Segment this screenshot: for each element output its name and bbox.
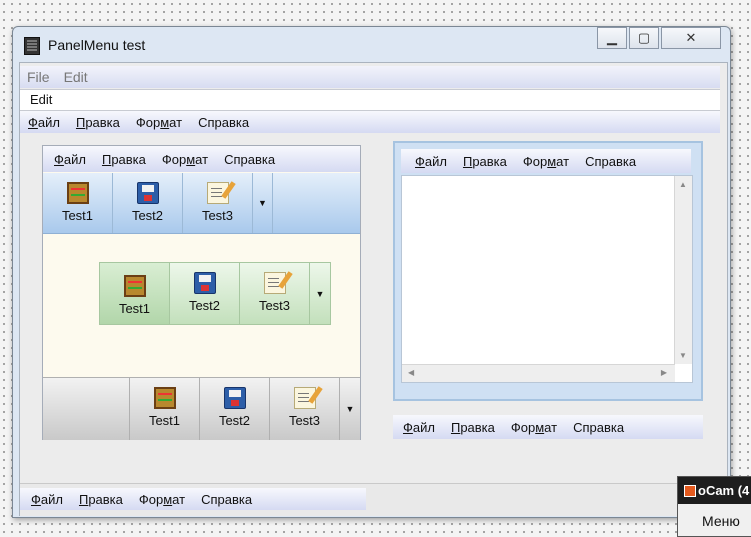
test1-button[interactable]: Test1 bbox=[100, 263, 170, 324]
test3-button[interactable]: Test3 bbox=[240, 263, 310, 324]
abacus-icon bbox=[153, 387, 176, 409]
ocam-menu[interactable]: Меню bbox=[702, 513, 740, 529]
test3-label: Test3 bbox=[288, 413, 321, 428]
menu-pravka[interactable]: Правка bbox=[94, 152, 154, 167]
dropdown-arrow-icon: ▼ bbox=[258, 198, 267, 208]
test3-button[interactable]: Test3 bbox=[270, 378, 340, 440]
menu-edit[interactable]: Edit bbox=[57, 69, 95, 85]
test3-label: Test3 bbox=[258, 298, 291, 313]
left-panel: Файл Правка Формат Справка Test1 Test2 T… bbox=[42, 145, 361, 440]
test2-button[interactable]: Test2 bbox=[170, 263, 240, 324]
menu-pravka[interactable]: Правка bbox=[443, 420, 503, 435]
test1-label: Test1 bbox=[61, 208, 94, 223]
right-panel: Файл Правка Формат Справка ▲ ▼ ◀ ▶ bbox=[393, 141, 703, 401]
ocam-window[interactable]: oCam (4 Меню bbox=[677, 476, 751, 537]
menu-format[interactable]: Формат bbox=[503, 420, 565, 435]
test2-button[interactable]: Test2 bbox=[200, 378, 270, 440]
text-area[interactable]: ▲ ▼ ◀ ▶ bbox=[401, 175, 693, 383]
menu-format[interactable]: Формат bbox=[515, 154, 577, 169]
menu-spravka[interactable]: Справка bbox=[577, 154, 644, 169]
floating-toolbar: Test1 Test2 Test3 ▼ bbox=[99, 262, 331, 325]
bottom-ru-menubar: Файл Правка Формат Справка bbox=[20, 488, 366, 510]
test2-label: Test2 bbox=[131, 208, 164, 223]
status-area: Файл Правка Формат Справка bbox=[20, 483, 727, 516]
close-icon: ✕ bbox=[685, 30, 697, 45]
title-bar[interactable]: PanelMenu test ▁ ▢ ✕ bbox=[13, 27, 730, 61]
maximize-button[interactable]: ▢ bbox=[629, 27, 659, 49]
menu-spravka[interactable]: Справка bbox=[190, 115, 257, 130]
test1-button[interactable]: Test1 bbox=[43, 173, 113, 233]
menu-fail[interactable]: Файл bbox=[20, 115, 68, 130]
top-toolbar: Test1 Test2 Test3 ▼ bbox=[43, 173, 360, 234]
app-icon bbox=[24, 37, 40, 55]
menu-spravka[interactable]: Справка bbox=[216, 152, 283, 167]
floppy-disk-icon bbox=[136, 182, 159, 204]
scroll-up-icon[interactable]: ▲ bbox=[679, 180, 687, 189]
toolbar-dropdown[interactable]: ▼ bbox=[310, 263, 330, 324]
edit-field[interactable]: Edit bbox=[20, 89, 720, 111]
scroll-left-icon[interactable]: ◀ bbox=[408, 368, 414, 377]
menu-format[interactable]: Формат bbox=[128, 115, 190, 130]
menu-spravka[interactable]: Справка bbox=[193, 492, 260, 507]
menu-fail[interactable]: Файл bbox=[20, 492, 71, 507]
vertical-scrollbar[interactable]: ▲ ▼ bbox=[674, 176, 692, 364]
scroll-right-icon[interactable]: ▶ bbox=[661, 368, 667, 377]
test1-label: Test1 bbox=[118, 301, 151, 316]
test2-button[interactable]: Test2 bbox=[113, 173, 183, 233]
floppy-disk-icon bbox=[193, 272, 216, 294]
edit-icon bbox=[293, 387, 316, 409]
test2-label: Test2 bbox=[218, 413, 251, 428]
scroll-down-icon[interactable]: ▼ bbox=[679, 351, 687, 360]
test3-button[interactable]: Test3 bbox=[183, 173, 253, 233]
right-panel-menubar: Файл Правка Формат Справка bbox=[401, 149, 691, 173]
abacus-icon bbox=[66, 182, 89, 204]
minimize-button[interactable]: ▁ bbox=[597, 27, 627, 49]
close-button[interactable]: ✕ bbox=[661, 27, 721, 49]
menu-fail[interactable]: Файл bbox=[393, 420, 443, 435]
menu-pravka[interactable]: Правка bbox=[68, 115, 128, 130]
menu-format[interactable]: Формат bbox=[154, 152, 216, 167]
main-window: PanelMenu test ▁ ▢ ✕ File Edit Edit Файл… bbox=[12, 26, 731, 518]
floppy-disk-icon bbox=[223, 387, 246, 409]
left-panel-menubar: Файл Правка Формат Справка bbox=[43, 146, 360, 172]
menu-fail[interactable]: Файл bbox=[401, 154, 455, 169]
maximize-icon: ▢ bbox=[637, 30, 651, 45]
edit-field-value: Edit bbox=[30, 92, 53, 107]
horizontal-scrollbar[interactable]: ◀ ▶ bbox=[402, 364, 675, 382]
menu-file[interactable]: File bbox=[20, 69, 57, 85]
ocam-icon bbox=[684, 485, 696, 497]
toolbar-dropdown[interactable]: ▼ bbox=[340, 378, 360, 440]
main-menubar: File Edit bbox=[20, 66, 720, 88]
client-area: File Edit Edit Файл Правка Формат Справк… bbox=[19, 62, 728, 516]
window-title: PanelMenu test bbox=[48, 37, 146, 53]
ocam-titlebar[interactable]: oCam (4 bbox=[678, 477, 751, 504]
menu-format[interactable]: Формат bbox=[131, 492, 193, 507]
menu-fail[interactable]: Файл bbox=[43, 152, 94, 167]
minimize-icon: ▁ bbox=[607, 30, 617, 45]
edit-icon bbox=[206, 182, 229, 204]
menu-spravka[interactable]: Справка bbox=[565, 420, 632, 435]
test3-label: Test3 bbox=[201, 208, 234, 223]
dropdown-arrow-icon: ▼ bbox=[315, 288, 325, 299]
ocam-title: oCam (4 bbox=[698, 483, 750, 498]
test1-button[interactable]: Test1 bbox=[130, 378, 200, 440]
bottom-toolbar: Test1 Test2 Test3 ▼ bbox=[43, 377, 360, 440]
abacus-icon bbox=[123, 275, 146, 297]
menu-pravka[interactable]: Правка bbox=[71, 492, 131, 507]
right-bottom-menubar: Файл Правка Формат Справка bbox=[393, 415, 703, 439]
edit-icon bbox=[263, 272, 286, 294]
menu-pravka[interactable]: Правка bbox=[455, 154, 515, 169]
test2-label: Test2 bbox=[188, 298, 221, 313]
toolbar-dropdown[interactable]: ▼ bbox=[253, 173, 273, 233]
dropdown-arrow-icon: ▼ bbox=[345, 404, 355, 414]
top-ru-menubar: Файл Правка Формат Справка bbox=[20, 111, 720, 133]
toolbar-spacer bbox=[43, 378, 130, 440]
test1-label: Test1 bbox=[148, 413, 181, 428]
